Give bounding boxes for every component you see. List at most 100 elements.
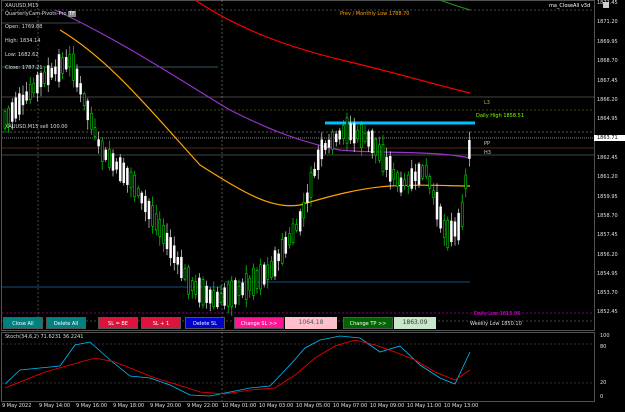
candle-body bbox=[374, 139, 378, 156]
low-value: Low: 1682.62 bbox=[5, 52, 39, 58]
time-label: 9 May 2022 bbox=[2, 403, 32, 409]
stoch-signal-line bbox=[4, 339, 471, 395]
candle-body bbox=[129, 171, 133, 189]
candle-body bbox=[28, 84, 32, 100]
candle-body bbox=[154, 213, 158, 231]
candle-body bbox=[176, 256, 180, 265]
candle-body bbox=[183, 268, 187, 280]
candle-body bbox=[122, 162, 126, 183]
candle-body bbox=[396, 172, 399, 187]
candle-body bbox=[439, 206, 442, 229]
price-label: 1869.95 bbox=[597, 39, 618, 45]
candle-body bbox=[151, 205, 154, 227]
ea-name-label: QuarterlyCam-Pivots-Pro TF bbox=[5, 11, 77, 17]
candle-body bbox=[349, 123, 352, 141]
change-sl-button[interactable]: Change SL >> bbox=[234, 317, 284, 329]
sl-plus-one-button[interactable]: SL + 1 bbox=[141, 317, 181, 329]
stoch-main-line bbox=[4, 335, 471, 397]
candle-body bbox=[136, 187, 140, 197]
candle-body bbox=[280, 239, 284, 264]
candle-body bbox=[118, 157, 122, 182]
candle-body bbox=[392, 169, 396, 180]
candle-body bbox=[450, 220, 453, 243]
ea-status-label: ma_CloseAll v3d bbox=[549, 3, 591, 9]
candle-body bbox=[126, 167, 129, 185]
candle-body bbox=[248, 277, 252, 291]
price-label: 1872.45 bbox=[597, 0, 618, 6]
change-tp-button[interactable]: Change TP >> bbox=[343, 317, 393, 329]
time-label: 10 May 11:00 bbox=[407, 403, 442, 409]
candle-body bbox=[158, 219, 162, 237]
candle-body bbox=[298, 211, 302, 232]
delete-all-button[interactable]: Delete All bbox=[46, 317, 86, 329]
candle-body bbox=[198, 277, 201, 303]
candle-body bbox=[57, 54, 61, 82]
candle-body bbox=[7, 107, 10, 125]
candle-body bbox=[187, 266, 190, 295]
price-label: 1854.95 bbox=[597, 271, 618, 277]
candle-body bbox=[367, 131, 370, 147]
candle-body bbox=[169, 237, 172, 259]
time-label: 9 May 16:00 bbox=[76, 403, 108, 409]
sl-value-input[interactable]: 1064.18 bbox=[285, 317, 337, 329]
candle-body bbox=[212, 290, 216, 307]
candle-body bbox=[468, 139, 471, 159]
candle-body bbox=[266, 264, 270, 280]
candle-body bbox=[370, 130, 374, 154]
candle-body bbox=[54, 66, 57, 75]
candle-body bbox=[457, 212, 460, 241]
candle-body bbox=[338, 130, 342, 140]
ea-badge[interactable]: TF bbox=[68, 11, 77, 17]
candle-body bbox=[64, 57, 68, 70]
sl-breakeven-button[interactable]: SL = BE bbox=[98, 317, 138, 329]
ea-name: QuarterlyCam-Pivots-Pro bbox=[5, 11, 67, 17]
candle-body bbox=[270, 261, 273, 278]
candle-body bbox=[306, 192, 309, 203]
candle-body bbox=[180, 256, 183, 278]
candle-body bbox=[428, 176, 432, 189]
current-price-label: 1863.71 bbox=[594, 135, 625, 141]
candle-body bbox=[381, 144, 385, 172]
ma-purple-line bbox=[54, 9, 471, 159]
tp-value-input[interactable]: 1863.09 bbox=[394, 317, 436, 329]
candle-body bbox=[208, 289, 212, 304]
candle-body bbox=[414, 171, 417, 182]
price-label: 1864.95 bbox=[597, 116, 618, 122]
candle-body bbox=[385, 156, 388, 170]
candle-body bbox=[46, 65, 50, 86]
candle-body bbox=[302, 202, 306, 219]
candle-body bbox=[234, 280, 237, 305]
candle-body bbox=[75, 68, 79, 88]
candle-body bbox=[86, 100, 90, 121]
candle-body bbox=[140, 192, 144, 204]
candle-body bbox=[295, 224, 298, 231]
main-chart-border bbox=[1, 0, 595, 331]
candle-body bbox=[133, 174, 136, 198]
candle-body bbox=[194, 281, 198, 295]
price-label: 1852.45 bbox=[597, 309, 618, 315]
candle-body bbox=[464, 174, 468, 189]
candle-body bbox=[334, 133, 338, 142]
candle-body bbox=[417, 163, 421, 185]
close-all-button[interactable]: Close All bbox=[3, 317, 43, 329]
stochastic-lines bbox=[4, 335, 471, 397]
price-chart-canvas[interactable] bbox=[0, 0, 625, 412]
order-line-label: XAUUSD,M15 sell 100.00 bbox=[5, 124, 68, 130]
candle-body bbox=[14, 97, 18, 119]
candle-body bbox=[360, 124, 363, 148]
candle-body bbox=[259, 264, 262, 290]
candle-body bbox=[320, 139, 324, 160]
high-value: High: 1834.14 bbox=[5, 38, 41, 44]
level-lines bbox=[2, 9, 594, 322]
candle-body bbox=[172, 245, 176, 263]
candle-body bbox=[378, 144, 381, 161]
candle-body bbox=[313, 168, 316, 176]
candle-body bbox=[72, 53, 75, 81]
candle-body bbox=[230, 280, 234, 307]
price-label: 1866.20 bbox=[597, 97, 618, 103]
candle-body bbox=[363, 133, 367, 142]
candle-body bbox=[205, 285, 208, 303]
candle-body bbox=[277, 253, 280, 262]
delete-sl-button[interactable]: Delete SL bbox=[185, 317, 225, 329]
price-label: 1859.95 bbox=[597, 194, 618, 200]
